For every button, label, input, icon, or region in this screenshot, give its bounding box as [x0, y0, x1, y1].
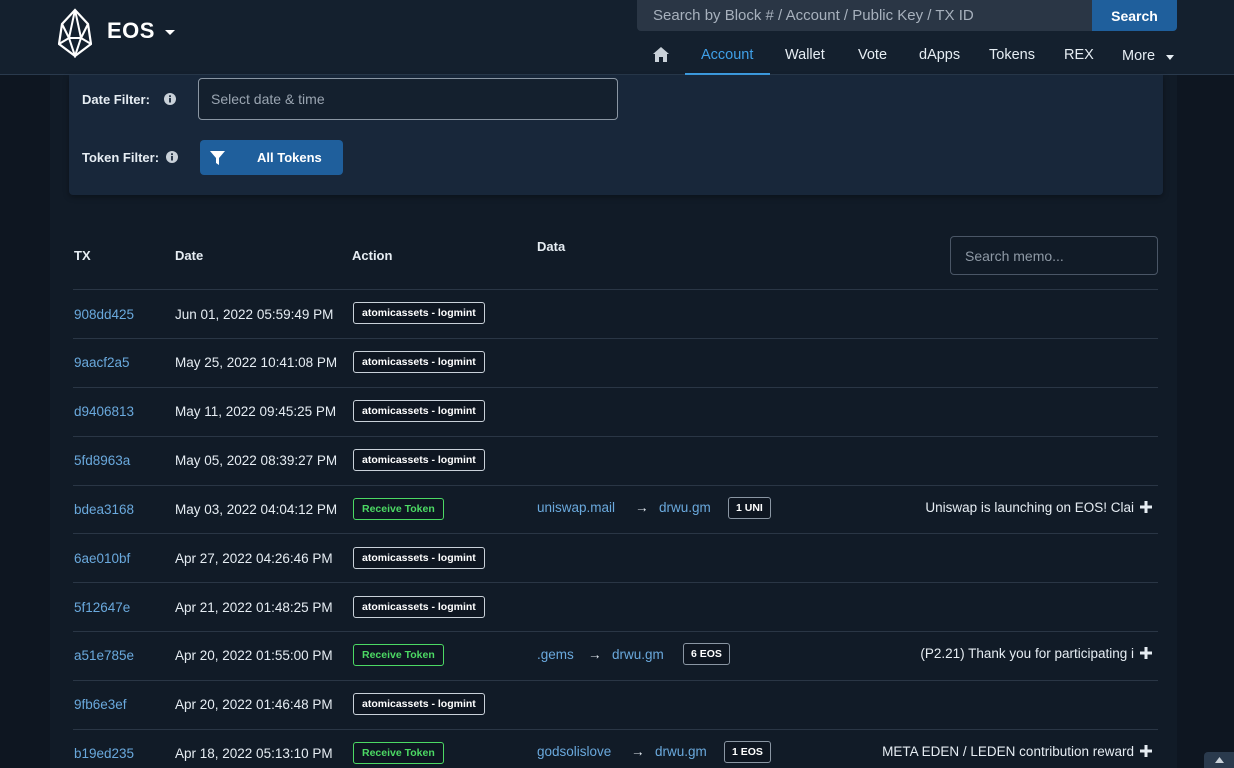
- filter-icon: [210, 151, 225, 165]
- row-divider: [73, 533, 1158, 534]
- tx-date: Apr 20, 2022 01:46:48 PM: [175, 697, 333, 712]
- row-divider: [73, 289, 1158, 290]
- arrow-right-icon: →: [588, 647, 602, 662]
- from-account-link[interactable]: .gems: [537, 647, 574, 662]
- scroll-to-top-button[interactable]: [1204, 752, 1234, 768]
- memo-text: META EDEN / LEDEN contribution reward: [882, 744, 1134, 759]
- chevron-down-icon[interactable]: [1166, 55, 1174, 60]
- to-account-link[interactable]: drwu.gm: [655, 744, 707, 759]
- plus-icon[interactable]: [1140, 745, 1152, 757]
- to-account-link[interactable]: drwu.gm: [612, 647, 664, 662]
- token-filter-button-label: All Tokens: [257, 150, 322, 165]
- tx-link[interactable]: 5f12647e: [74, 600, 130, 615]
- tx-link[interactable]: 9aacf2a5: [74, 355, 130, 370]
- amount-badge: 6 EOS: [683, 643, 730, 665]
- arrow-right-icon: →: [631, 744, 645, 759]
- amount-badge: 1 EOS: [724, 741, 771, 763]
- tx-link[interactable]: 9fb6e3ef: [74, 697, 127, 712]
- tx-link[interactable]: b19ed235: [74, 746, 134, 761]
- info-icon[interactable]: [166, 151, 178, 163]
- eos-logo-icon[interactable]: [58, 8, 92, 58]
- memo-search-input[interactable]: [950, 236, 1158, 275]
- nav-wallet[interactable]: Wallet: [785, 47, 825, 63]
- row-divider: [73, 387, 1158, 388]
- row-divider: [73, 729, 1158, 730]
- tx-date: May 03, 2022 04:04:12 PM: [175, 502, 338, 517]
- from-account-link[interactable]: godsolislove: [537, 744, 611, 759]
- row-divider: [73, 485, 1158, 486]
- column-header-action: Action: [352, 248, 393, 263]
- chevron-up-icon: [1215, 757, 1224, 763]
- row-divider: [73, 680, 1158, 681]
- home-icon[interactable]: [653, 47, 669, 62]
- tx-date: Apr 21, 2022 01:48:25 PM: [175, 600, 333, 615]
- memo-text: Uniswap is launching on EOS! Clai: [925, 500, 1134, 515]
- column-header-date: Date: [175, 248, 204, 263]
- row-divider: [73, 631, 1158, 632]
- action-badge: atomicassets - logmint: [353, 596, 485, 618]
- token-filter-label: Token Filter:: [82, 150, 160, 165]
- action-badge: atomicassets - logmint: [353, 547, 485, 569]
- from-account-link[interactable]: uniswap.mail: [537, 500, 615, 515]
- column-header-tx: TX: [74, 248, 91, 263]
- nav-vote[interactable]: Vote: [858, 47, 887, 63]
- row-divider: [73, 582, 1158, 583]
- arrow-right-icon: →: [635, 500, 649, 515]
- tx-link[interactable]: a51e785e: [74, 648, 134, 663]
- global-search: Search: [637, 0, 1177, 31]
- nav-rex[interactable]: REX: [1064, 47, 1094, 63]
- date-filter-label: Date Filter:: [82, 92, 150, 107]
- plus-icon[interactable]: [1140, 647, 1152, 659]
- tx-link[interactable]: bdea3168: [74, 502, 134, 517]
- tx-date: May 25, 2022 10:41:08 PM: [175, 355, 338, 370]
- to-account-link[interactable]: drwu.gm: [659, 500, 711, 515]
- tx-date: Jun 01, 2022 05:59:49 PM: [175, 307, 334, 322]
- tx-date: Apr 18, 2022 05:13:10 PM: [175, 746, 333, 761]
- tx-link[interactable]: d9406813: [74, 404, 134, 419]
- tx-date: Apr 20, 2022 01:55:00 PM: [175, 648, 333, 663]
- chevron-down-icon[interactable]: [165, 30, 175, 35]
- search-button[interactable]: Search: [1092, 0, 1177, 31]
- column-header-data: Data: [537, 239, 566, 254]
- nav-tokens[interactable]: Tokens: [989, 47, 1035, 63]
- tx-date: May 05, 2022 08:39:27 PM: [175, 453, 338, 468]
- action-badge-receive: Receive Token: [353, 742, 444, 764]
- tx-link[interactable]: 908dd425: [74, 307, 134, 322]
- row-divider: [73, 338, 1158, 339]
- search-input[interactable]: [637, 0, 1092, 31]
- date-filter-input[interactable]: [198, 78, 618, 120]
- row-divider: [73, 436, 1158, 437]
- action-badge-receive: Receive Token: [353, 498, 444, 520]
- action-badge: atomicassets - logmint: [353, 449, 485, 471]
- amount-badge: 1 UNI: [728, 497, 771, 519]
- nav-more[interactable]: More: [1122, 48, 1155, 64]
- tx-link[interactable]: 6ae010bf: [74, 551, 130, 566]
- tx-link[interactable]: 5fd8963a: [74, 453, 130, 468]
- tx-date: Apr 27, 2022 04:26:46 PM: [175, 551, 333, 566]
- brand-name[interactable]: EOS: [107, 18, 155, 44]
- nav-dapps[interactable]: dApps: [919, 47, 960, 63]
- action-badge: atomicassets - logmint: [353, 302, 485, 324]
- nav-account[interactable]: Account: [701, 47, 753, 63]
- action-badge: atomicassets - logmint: [353, 351, 485, 373]
- info-icon[interactable]: [164, 93, 176, 105]
- action-badge-receive: Receive Token: [353, 644, 444, 666]
- tx-date: May 11, 2022 09:45:25 PM: [175, 404, 337, 419]
- plus-icon[interactable]: [1140, 501, 1152, 513]
- action-badge: atomicassets - logmint: [353, 400, 485, 422]
- memo-text: (P2.21) Thank you for participating i: [920, 646, 1134, 661]
- action-badge: atomicassets - logmint: [353, 693, 485, 715]
